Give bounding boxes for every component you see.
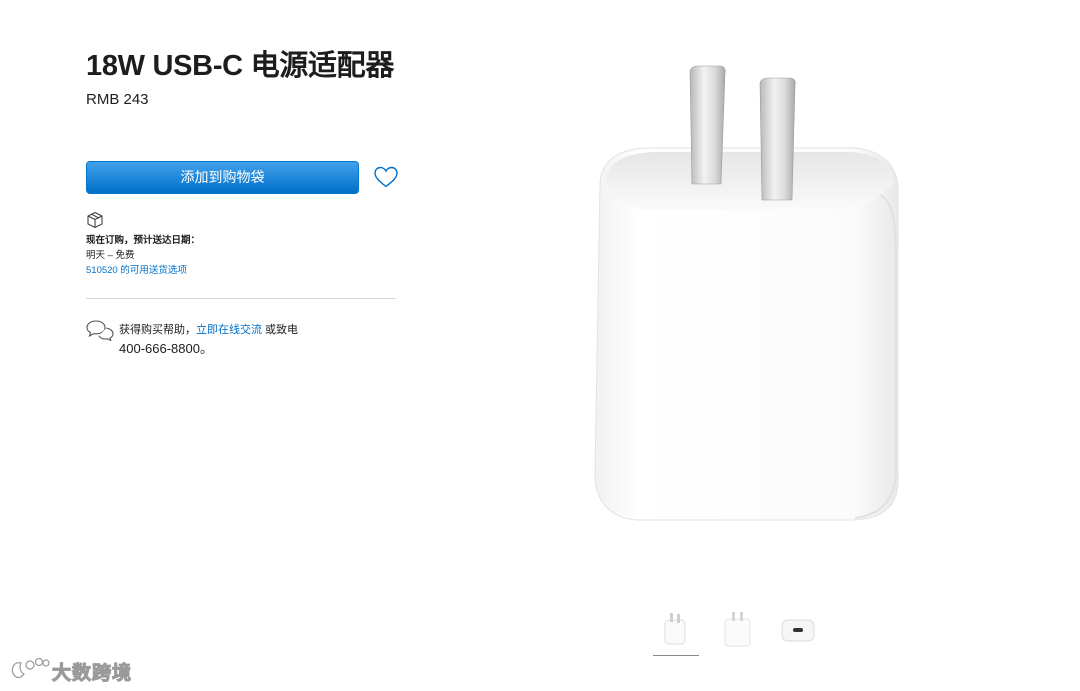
chat-bubbles-icon: [86, 320, 114, 341]
delivery-info: 现在订购，预计送达日期： 明天 – 免费 510520 的可用送货选项: [86, 211, 398, 278]
delivery-heading: 现在订购，预计送达日期：: [86, 235, 201, 246]
delivery-options-link[interactable]: 510520 的可用送货选项: [86, 263, 398, 278]
adapter-port-thumbnail[interactable]: [776, 608, 822, 654]
watermark-text: 大数跨境: [51, 663, 133, 685]
usb-c-power-adapter-image: [594, 65, 899, 521]
heart-icon[interactable]: [373, 165, 399, 189]
product-page: 18W USB-C 电源适配器 RMB 243 添加到购物袋 现在订购，预计送达…: [0, 0, 1080, 691]
adapter-side-thumbnail[interactable]: [714, 608, 760, 654]
watermark: 大数跨境: [8, 655, 148, 685]
product-price: RMB 243: [86, 91, 149, 108]
image-thumbnails: [652, 608, 822, 658]
help-text: 获得购买帮助，立即在线交流 或致电 400-666-8800。: [119, 321, 379, 358]
help-prefix: 获得购买帮助，: [119, 324, 196, 336]
divider: [86, 298, 396, 299]
phone-number[interactable]: 400-666-8800。: [119, 340, 379, 358]
product-title: 18W USB-C 电源适配器: [86, 50, 395, 82]
delivery-estimate: 明天 – 免费: [86, 250, 135, 261]
add-to-bag-button[interactable]: 添加到购物袋: [86, 161, 359, 194]
product-info-panel: 18W USB-C 电源适配器 RMB 243 添加到购物袋 现在订购，预计送达…: [86, 48, 398, 356]
purchase-row: 添加到购物袋: [86, 161, 406, 195]
thumbnail-selected-indicator: [653, 655, 699, 656]
box-icon: [87, 211, 103, 229]
watermark-logo-icon: [11, 657, 50, 679]
adapter-front-thumbnail[interactable]: [652, 608, 698, 654]
help-suffix: 或致电: [262, 324, 299, 336]
chat-now-link[interactable]: 立即在线交流: [196, 324, 262, 336]
